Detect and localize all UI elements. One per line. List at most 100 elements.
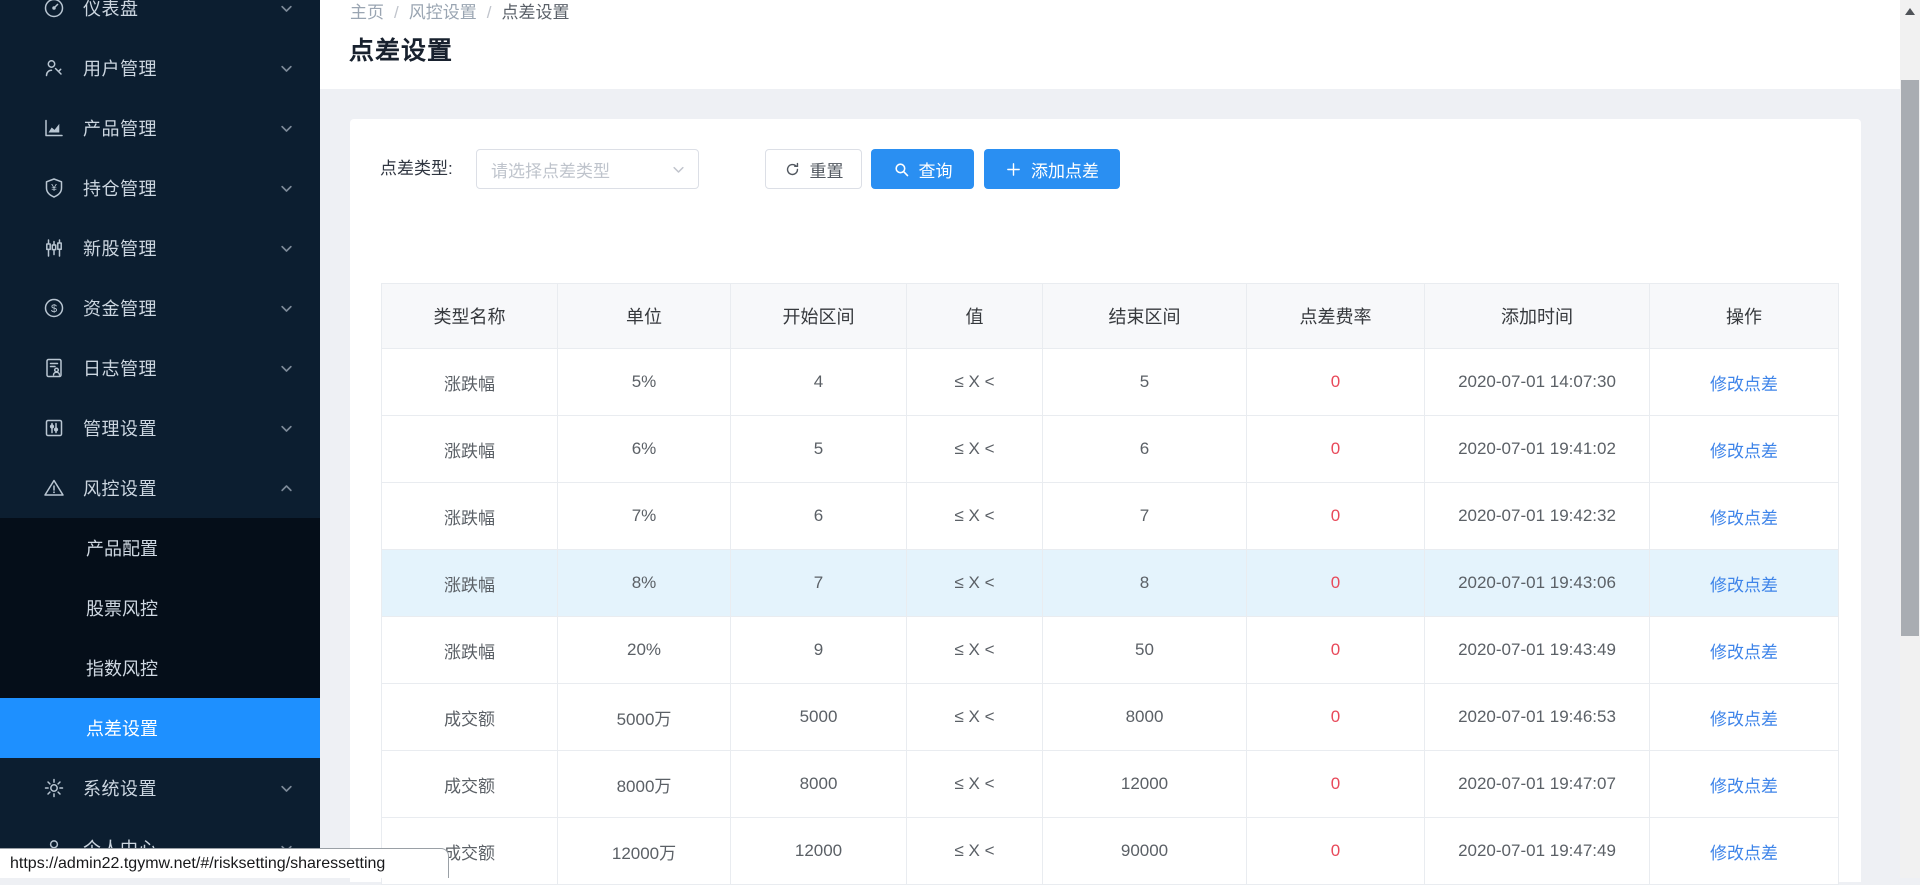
table-cell-action: 修改点差 xyxy=(1650,550,1839,617)
table-header-cell: 值 xyxy=(907,284,1043,349)
edit-spread-link[interactable]: 修改点差 xyxy=(1710,777,1778,796)
scrollbar-up-arrow-icon[interactable] xyxy=(1900,0,1920,22)
table-cell: 涨跌幅 xyxy=(382,416,558,483)
scrollbar-thumb[interactable] xyxy=(1901,80,1919,636)
sidebar-subitem-index-risk[interactable]: 指数风控 xyxy=(0,638,320,698)
sidebar-item-label: 持仓管理 xyxy=(83,175,157,201)
search-icon xyxy=(893,161,910,178)
table-row: 涨跌幅20%9≤ X <5002020-07-01 19:43:49修改点差 xyxy=(382,617,1839,684)
edit-spread-link[interactable]: 修改点差 xyxy=(1710,509,1778,528)
sidebar: 仪表盘用户管理产品管理¥持仓管理新股管理 $资金管理日志管理管理设置风控设置产品配… xyxy=(0,0,320,878)
table-cell-action: 修改点差 xyxy=(1650,818,1839,885)
user-management-icon xyxy=(42,56,66,80)
edit-spread-link[interactable]: 修改点差 xyxy=(1710,844,1778,863)
table-cell: 8 xyxy=(1043,550,1247,617)
table-cell: 0 xyxy=(1247,550,1425,617)
table-cell: 7 xyxy=(731,550,907,617)
sidebar-item-risk-settings[interactable]: 风控设置 xyxy=(0,458,320,518)
table-cell: ≤ X < xyxy=(907,617,1043,684)
sidebar-item-label: 管理设置 xyxy=(83,415,157,441)
table-cell-action: 修改点差 xyxy=(1650,483,1839,550)
sidebar-item-label: 系统设置 xyxy=(83,775,157,801)
table-cell-action: 修改点差 xyxy=(1650,416,1839,483)
sidebar-item-label: 风控设置 xyxy=(83,475,157,501)
sidebar-item-funds[interactable]: $资金管理 xyxy=(0,278,320,338)
chevron-down-icon xyxy=(279,1,294,16)
table-cell: 0 xyxy=(1247,684,1425,751)
search-button-label: 查询 xyxy=(919,157,953,182)
table-cell: 2020-07-01 19:47:07 xyxy=(1425,751,1650,818)
sidebar-subitem-product-config[interactable]: 产品配置 xyxy=(0,518,320,578)
edit-spread-link[interactable]: 修改点差 xyxy=(1710,442,1778,461)
sidebar-item-admin-settings[interactable]: 管理设置 xyxy=(0,398,320,458)
table-row: 涨跌幅5%4≤ X <502020-07-01 14:07:30修改点差 xyxy=(382,349,1839,416)
table-cell-action: 修改点差 xyxy=(1650,349,1839,416)
sidebar-subitem-stock-risk[interactable]: 股票风控 xyxy=(0,578,320,638)
sidebar-item-products[interactable]: 产品管理 xyxy=(0,98,320,158)
new-stock-icon xyxy=(42,236,66,260)
chevron-down-icon xyxy=(279,61,294,76)
breadcrumb-link[interactable]: 主页 xyxy=(350,3,384,22)
sidebar-item-system-settings[interactable]: 系统设置 xyxy=(0,758,320,818)
table-cell: 涨跌幅 xyxy=(382,349,558,416)
vertical-scrollbar[interactable] xyxy=(1900,0,1920,878)
sidebar-item-logs[interactable]: 日志管理 xyxy=(0,338,320,398)
table-cell: 4 xyxy=(731,349,907,416)
table-cell: 0 xyxy=(1247,818,1425,885)
table-cell: 8000 xyxy=(731,751,907,818)
table-header-cell: 类型名称 xyxy=(382,284,558,349)
sidebar-menu: 仪表盘用户管理产品管理¥持仓管理新股管理 $资金管理日志管理管理设置风控设置产品配… xyxy=(0,0,320,878)
breadcrumb-current: 点差设置 xyxy=(501,3,569,22)
edit-spread-link[interactable]: 修改点差 xyxy=(1710,643,1778,662)
breadcrumb-separator: / xyxy=(487,3,492,22)
system-settings-icon xyxy=(42,776,66,800)
sidebar-item-newstock[interactable]: 新股管理 xyxy=(0,218,320,278)
reset-button[interactable]: 重置 xyxy=(765,149,862,189)
search-button[interactable]: 查询 xyxy=(871,149,974,189)
table-cell-action: 修改点差 xyxy=(1650,617,1839,684)
spread-type-label: 点差类型: xyxy=(380,149,453,189)
edit-spread-link[interactable]: 修改点差 xyxy=(1710,576,1778,595)
edit-spread-link[interactable]: 修改点差 xyxy=(1710,710,1778,729)
table-cell: 2020-07-01 19:47:49 xyxy=(1425,818,1650,885)
sidebar-subitem-spread-settings[interactable]: 点差设置 xyxy=(0,698,320,758)
sidebar-item-dashboard[interactable]: 仪表盘 xyxy=(0,0,320,38)
table-cell: 2020-07-01 19:46:53 xyxy=(1425,684,1650,751)
add-spread-button-label: 添加点差 xyxy=(1031,157,1099,182)
main-content: 主页/风控设置/点差设置 点差设置 点差类型: 请选择点差类型 重置 查询 添加… xyxy=(320,0,1900,878)
table-cell: 20% xyxy=(558,617,731,684)
table-cell: 6 xyxy=(731,483,907,550)
admin-settings-icon xyxy=(42,416,66,440)
edit-spread-link[interactable]: 修改点差 xyxy=(1710,375,1778,394)
sidebar-item-users[interactable]: 用户管理 xyxy=(0,38,320,98)
table-cell: 6 xyxy=(1043,416,1247,483)
table-body: 涨跌幅5%4≤ X <502020-07-01 14:07:30修改点差涨跌幅6… xyxy=(382,349,1839,885)
breadcrumb: 主页/风控设置/点差设置 xyxy=(350,0,569,23)
breadcrumb-link[interactable]: 风控设置 xyxy=(409,3,477,22)
chevron-down-icon xyxy=(671,162,686,177)
table-cell: 6% xyxy=(558,416,731,483)
table-cell: 8000 xyxy=(1043,684,1247,751)
table-cell: 2020-07-01 14:07:30 xyxy=(1425,349,1650,416)
chevron-down-icon xyxy=(279,361,294,376)
table-header-cell: 开始区间 xyxy=(731,284,907,349)
table-cell: ≤ X < xyxy=(907,416,1043,483)
table-cell: 8% xyxy=(558,550,731,617)
chevron-down-icon xyxy=(279,241,294,256)
spread-type-select[interactable]: 请选择点差类型 xyxy=(476,149,699,189)
table-cell: ≤ X < xyxy=(907,684,1043,751)
table-header-cell: 添加时间 xyxy=(1425,284,1650,349)
table-header-cell: 结束区间 xyxy=(1043,284,1247,349)
table-cell: 5000 xyxy=(731,684,907,751)
table-cell: 2020-07-01 19:43:49 xyxy=(1425,617,1650,684)
table-cell: 成交额 xyxy=(382,684,558,751)
chevron-down-icon xyxy=(279,181,294,196)
status-url-tooltip: https://admin22.tgymw.net/#/risksetting/… xyxy=(0,848,449,878)
table-cell: 2020-07-01 19:43:06 xyxy=(1425,550,1650,617)
sidebar-item-label: 新股管理 xyxy=(83,235,157,261)
table-cell: 50 xyxy=(1043,617,1247,684)
add-spread-button[interactable]: 添加点差 xyxy=(984,149,1120,189)
sidebar-item-positions[interactable]: ¥持仓管理 xyxy=(0,158,320,218)
sidebar-subitem-label: 点差设置 xyxy=(86,715,158,741)
table-header-cell: 操作 xyxy=(1650,284,1839,349)
